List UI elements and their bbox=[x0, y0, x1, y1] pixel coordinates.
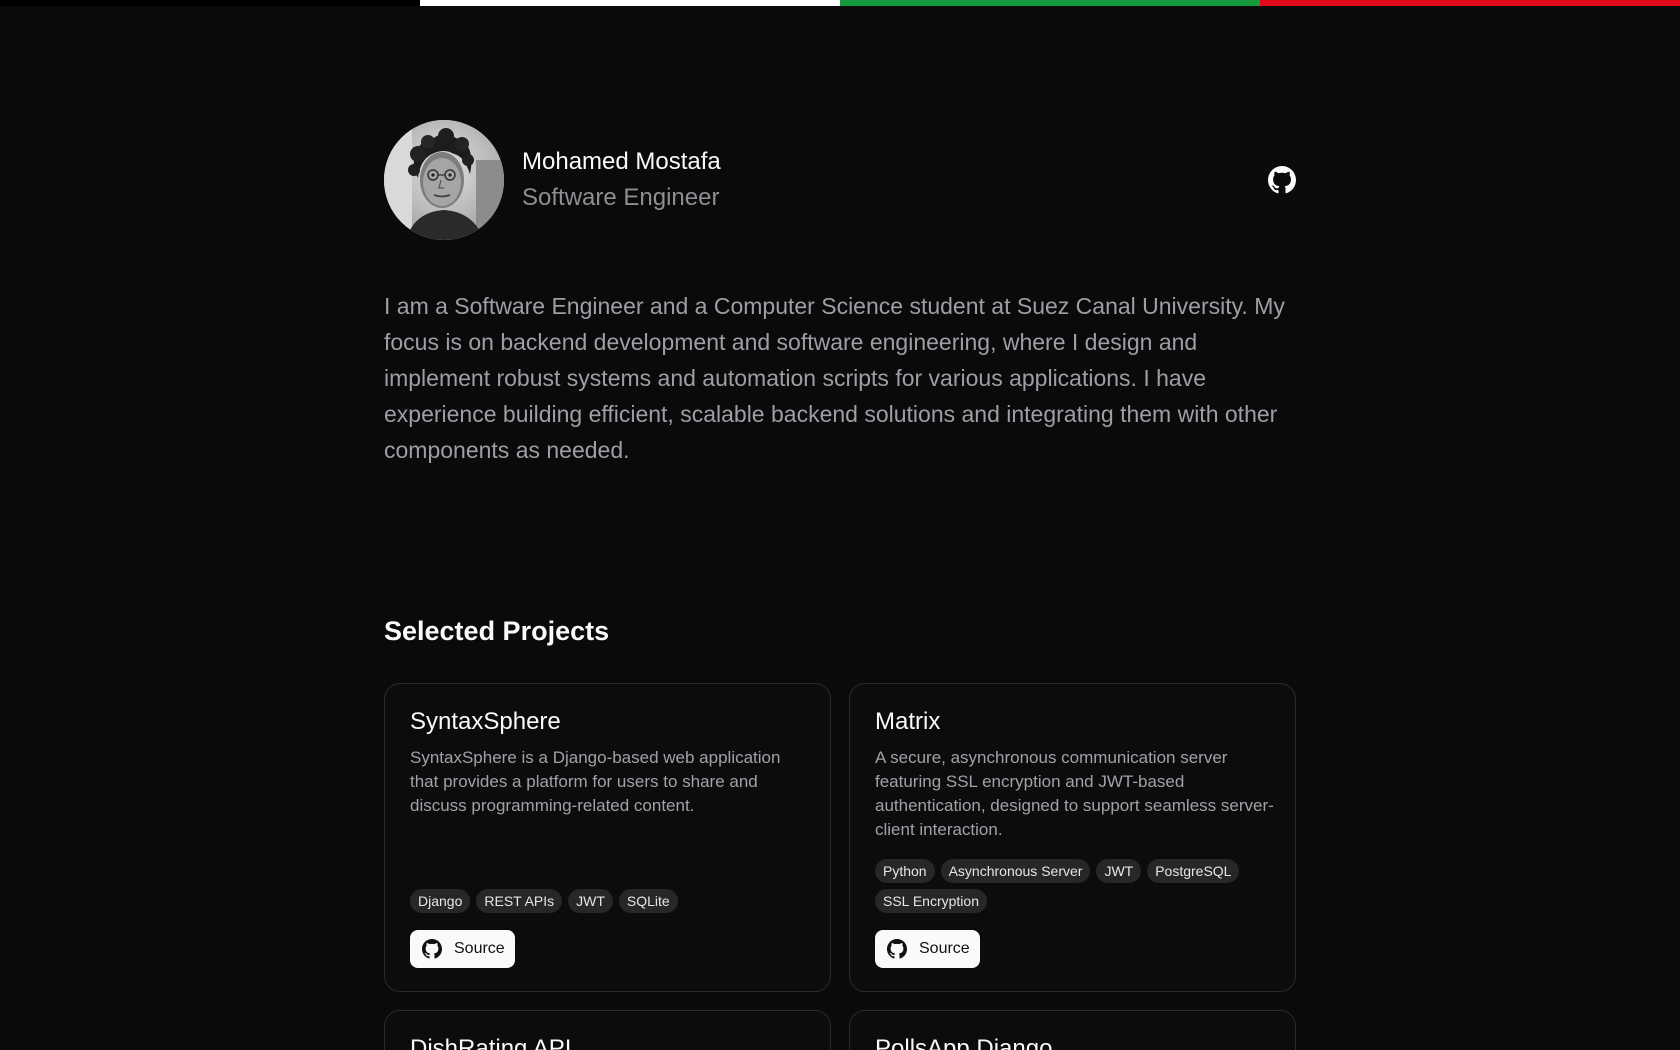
project-card-pollsapp: PollsApp Django bbox=[849, 1010, 1296, 1050]
section-title: Selected Projects bbox=[384, 616, 610, 646]
flag-bar bbox=[0, 0, 1680, 6]
profile-name: Mohamed Mostafa bbox=[522, 148, 721, 175]
project-title: PollsApp Django bbox=[875, 1035, 1053, 1050]
tag: Python bbox=[875, 859, 935, 883]
source-button-label: Source bbox=[919, 940, 970, 957]
avatar bbox=[384, 120, 504, 240]
github-icon bbox=[422, 939, 442, 959]
tag: JWT bbox=[1096, 859, 1142, 883]
project-description: SyntaxSphere is a Django-based web appli… bbox=[410, 748, 781, 815]
tag: REST APIs bbox=[476, 889, 563, 913]
source-button[interactable]: Source bbox=[875, 930, 980, 968]
source-button[interactable]: Source bbox=[410, 930, 515, 968]
project-card-dishrating: DishRating API bbox=[384, 1010, 831, 1050]
tag: SSL Encryption bbox=[875, 889, 987, 913]
bio-paragraph: I am a Software Engineer and a Computer … bbox=[384, 293, 1285, 463]
flag-stripe-white bbox=[420, 0, 840, 6]
tag: JWT bbox=[568, 889, 613, 913]
github-icon bbox=[887, 939, 907, 959]
project-tags: Django REST APIs JWT SQLite bbox=[410, 889, 810, 913]
tag: SQLite bbox=[618, 889, 678, 913]
tag: Django bbox=[410, 889, 471, 913]
project-title: SyntaxSphere bbox=[410, 708, 561, 735]
avatar-portrait-icon bbox=[384, 120, 504, 240]
profile-header: Mohamed Mostafa Software Engineer bbox=[384, 120, 1296, 240]
project-card-matrix: Matrix A secure, asynchronous communicat… bbox=[849, 683, 1296, 992]
github-link[interactable] bbox=[1268, 166, 1296, 194]
github-icon bbox=[1268, 166, 1296, 194]
flag-stripe-green bbox=[840, 0, 1260, 6]
project-card-syntaxsphere: SyntaxSphere SyntaxSphere is a Django-ba… bbox=[384, 683, 831, 992]
project-description: A secure, asynchronous communication ser… bbox=[875, 748, 1274, 839]
flag-stripe-red bbox=[1260, 0, 1680, 6]
source-button-label: Source bbox=[454, 940, 505, 957]
tag: Asynchronous Server bbox=[940, 859, 1091, 883]
project-title: DishRating API bbox=[410, 1035, 572, 1050]
flag-stripe-black bbox=[0, 0, 420, 6]
project-title: Matrix bbox=[875, 708, 941, 735]
profile-role: Software Engineer bbox=[522, 184, 720, 211]
project-tags: Python Asynchronous Server JWT PostgreSQ… bbox=[875, 859, 1275, 913]
tag: PostgreSQL bbox=[1147, 859, 1240, 883]
